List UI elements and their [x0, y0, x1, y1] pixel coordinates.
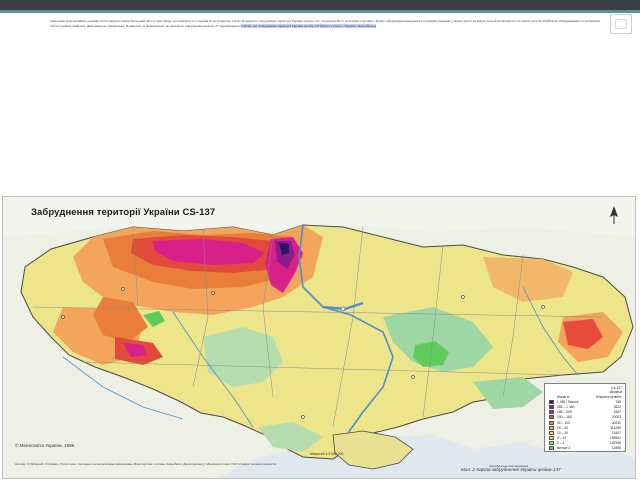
legend-range: 555 – 1 480 [557, 404, 575, 409]
map-copyright: © Мінгеосвіта України, 1996 [15, 443, 75, 448]
legend-range: 10 – 20 [557, 430, 568, 435]
map-legend: Cs-137 кБк/кв.м кБк/кв.м Кількість пункт… [544, 383, 626, 452]
contamination-map: Забруднення території України CS-137 Щіл… [2, 196, 636, 479]
legend-col-count: Кількість пунктів [596, 394, 621, 399]
legend-column-spacer [549, 395, 554, 399]
legend-range: 4 – 10 [557, 436, 567, 441]
legend-row: менше 2 12896 [545, 446, 625, 451]
city-marker [461, 295, 465, 299]
legend-header: Cs-137 кБк/кв.м [545, 384, 625, 394]
map-graphic [3, 197, 635, 478]
legend-row: 555 – 1 480 3622 [545, 404, 625, 409]
legend-range: 185 – 555 [557, 410, 572, 415]
map-scale: Масштаб 1:3 500 000 [310, 452, 344, 456]
legend-swatch [549, 436, 554, 441]
legend-count: 3622 [613, 404, 621, 409]
legend-count: 1540? [611, 430, 621, 435]
legend-col-range: кБк/кв.м [557, 394, 570, 399]
legend-count: 40240 [611, 420, 621, 425]
legend-range: 40 – 100 [557, 420, 570, 425]
city-marker [340, 306, 346, 312]
legend-row: 100 – 185 20003 [545, 415, 625, 420]
legend-range: 100 – 185 [557, 415, 572, 420]
legend-count: 114289 [610, 425, 621, 430]
legend-rows: 1 480 і більше 766 555 – 1 480 3622 185 – 55… [545, 399, 625, 451]
city-marker [61, 315, 65, 319]
legend-row: 2 – 4 187956 [545, 441, 625, 446]
slide-top-accent [0, 10, 640, 13]
legend-row: 40 – 100 40240 [545, 420, 625, 425]
north-arrow-icon [610, 206, 618, 224]
legend-swatch [549, 430, 554, 435]
legend-count: 12896 [611, 446, 621, 451]
legend-swatch [549, 446, 554, 451]
legend-swatch [549, 420, 554, 425]
intro-text-highlight: 5 Кі/кв. км. Забруднення території Украї… [241, 24, 377, 29]
legend-row: 20 – 40 114289 [545, 425, 625, 430]
city-marker [411, 375, 415, 379]
legend-range: менше 2 [557, 446, 571, 451]
legend-swatch [549, 415, 554, 420]
legend-columns: кБк/кв.м Кількість пунктів [545, 394, 625, 399]
slide-corner-ornament-inner [615, 19, 627, 29]
legend-count: 766 [615, 399, 621, 404]
city-marker [541, 305, 545, 309]
legend-swatch [549, 441, 554, 446]
legend-row: 1 480 і більше 766 [545, 399, 625, 404]
legend-swatch [549, 410, 554, 415]
map-caption: Мал. 2 Карта забруднення України цезієм-… [461, 467, 561, 472]
map-authors: Автори: Л.Табачний, О.Кривко, Л.Костенко… [15, 462, 277, 466]
legend-range: 20 – 40 [557, 425, 568, 430]
legend-count: 5367 [613, 410, 621, 415]
city-marker [121, 287, 125, 291]
map-title: Забруднення території України CS-137 [31, 207, 216, 218]
legend-swatch [549, 404, 554, 409]
city-marker [301, 415, 305, 419]
legend-row: 4 – 10 199661 [545, 436, 625, 441]
slide-intro-text: Занесення радіоактивних речовин після ав… [50, 19, 600, 30]
legend-count: 187956 [609, 441, 621, 446]
legend-count: 20003 [611, 415, 621, 420]
legend-row: 185 – 555 5367 [545, 410, 625, 415]
legend-row: 10 – 20 1540? [545, 430, 625, 435]
legend-count: 199661 [609, 436, 621, 441]
legend-range: 2 – 4 [557, 441, 565, 446]
slide-top-bar [0, 0, 640, 10]
legend-swatch [549, 399, 554, 404]
legend-range: 1 480 і більше [557, 399, 579, 404]
legend-swatch [549, 425, 554, 430]
city-marker [211, 291, 215, 295]
